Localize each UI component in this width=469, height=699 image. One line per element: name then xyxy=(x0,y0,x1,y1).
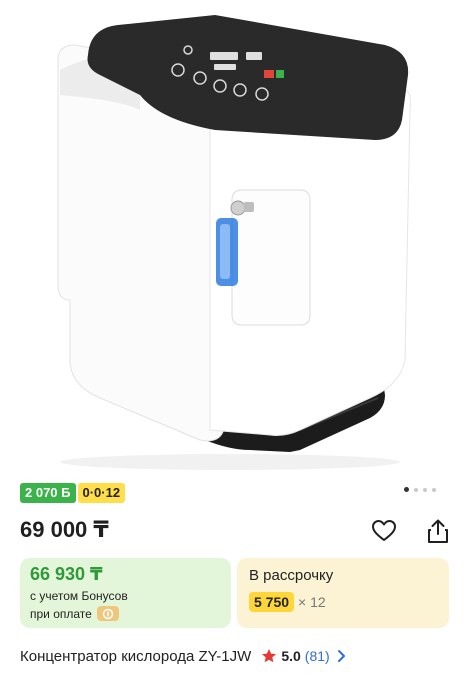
bonus-price-card[interactable]: 66 930 ₸ с учетом Бонусов при оплате xyxy=(20,558,231,628)
bonus-caption: с учетом Бонусов xyxy=(30,589,128,603)
promo-tags: 2 070 Б 0·0·12 xyxy=(20,483,126,503)
star-icon xyxy=(262,649,277,663)
heart-icon xyxy=(372,520,396,541)
reviews-count[interactable]: (81) xyxy=(305,648,330,664)
bonus-price: 66 930 ₸ xyxy=(30,564,103,584)
favorite-button[interactable] xyxy=(370,517,398,545)
bonus-tag: 2 070 Б xyxy=(20,483,76,503)
installment-months: × 12 xyxy=(298,594,326,610)
gallery-dot[interactable] xyxy=(432,487,436,492)
gallery-pagination[interactable] xyxy=(404,487,436,492)
share-icon xyxy=(428,519,448,543)
installment-terms: 5 750 × 12 xyxy=(249,592,326,612)
installment-tag: 0·0·12 xyxy=(77,483,126,503)
bonus-coin-icon xyxy=(96,606,119,621)
product-image-gallery[interactable] xyxy=(0,0,469,478)
bonus-caption-payment: при оплате xyxy=(30,606,119,621)
gallery-dot[interactable] xyxy=(423,487,427,492)
installment-title: В рассрочку xyxy=(249,567,334,584)
installment-amount: 5 750 xyxy=(249,592,295,612)
product-title: Концентратор кислорода ZY-1JW xyxy=(20,647,252,665)
chevron-right-icon[interactable] xyxy=(336,649,348,663)
product-title-row[interactable]: Концентратор кислорода ZY-1JW 5.0 (81) xyxy=(20,644,449,668)
installment-card[interactable]: В рассрочку 5 750 × 12 xyxy=(237,558,449,628)
price-row: 69 000 ₸ xyxy=(20,515,449,545)
bonus-payment-label: при оплате xyxy=(30,606,92,621)
product-image xyxy=(57,15,411,470)
share-button[interactable] xyxy=(424,517,452,545)
product-price: 69 000 ₸ xyxy=(20,517,109,542)
gallery-dot[interactable] xyxy=(414,487,418,492)
gallery-dot-active[interactable] xyxy=(404,487,409,492)
rating-value: 5.0 xyxy=(281,648,301,664)
